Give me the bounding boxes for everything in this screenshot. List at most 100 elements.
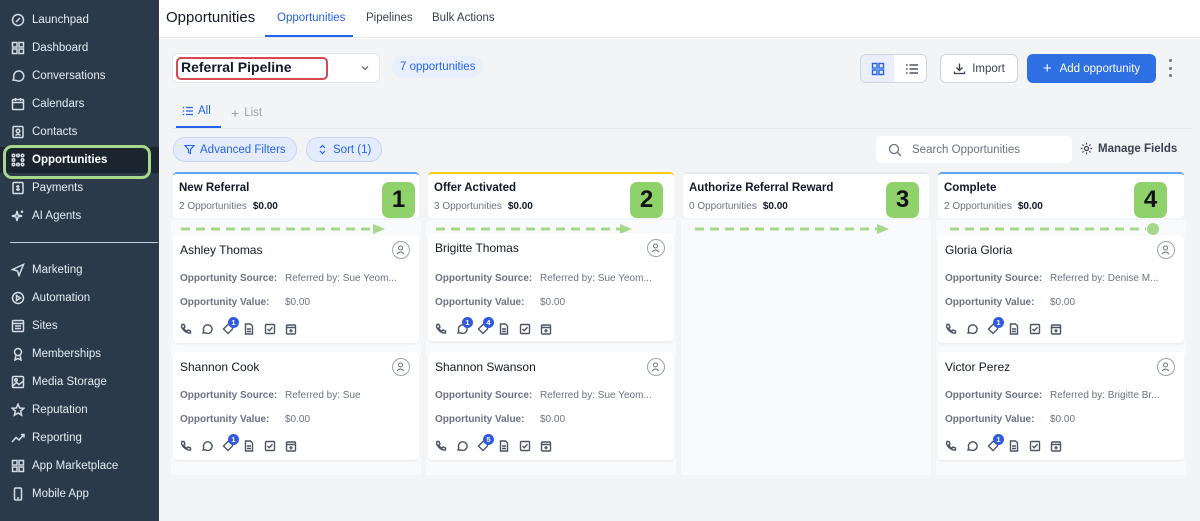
notes-icon[interactable] [498,440,511,453]
sidebar-item-conversations[interactable]: Conversations [0,63,159,89]
task-icon[interactable] [519,440,532,453]
chat-icon[interactable]: 1 [456,317,473,336]
appointment-icon[interactable] [1050,323,1063,336]
task-icon[interactable] [519,323,532,336]
assign-user-icon[interactable] [392,241,410,259]
tab-bulk-actions[interactable]: Bulk Actions [432,12,495,24]
notes-icon[interactable] [243,440,256,453]
import-button[interactable]: Import [940,54,1018,83]
top-bar: Opportunities Opportunities Pipelines Bu… [159,0,1200,38]
sidebar-item-reporting[interactable]: Reporting [0,425,159,451]
opportunity-card[interactable]: Shannon Cook Opportunity Source: Referred… [173,352,419,460]
opportunity-value-row: Opportunity Value: $0.00 [180,414,311,425]
notes-icon[interactable] [1008,323,1021,336]
list-view-button[interactable] [895,55,926,82]
assign-user-icon[interactable] [647,358,665,376]
sidebar-item-media-storage[interactable]: Media Storage [0,369,159,395]
sidebar-item-label: Reputation [32,404,88,416]
tag-icon[interactable]: 5 [477,434,494,453]
tag-icon[interactable]: 1 [222,434,239,453]
plus-icon: + [231,105,240,121]
sidebar-item-automation[interactable]: Automation [0,285,159,311]
manage-fields-button[interactable]: Manage Fields [1080,142,1177,155]
sidebar-item-label: Memberships [32,348,102,360]
notes-icon[interactable] [1008,440,1021,453]
sidebar-item-reputation[interactable]: Reputation [0,397,159,423]
sidebar-item-launchpad[interactable]: Launchpad [0,7,159,33]
opportunity-card[interactable]: Brigitte Thomas Opportunity Source: Refer… [428,233,674,341]
sidebar-item-label: Media Storage [32,376,107,388]
appointment-icon[interactable] [285,440,298,453]
phone-icon[interactable] [180,440,193,453]
opportunity-card[interactable]: Gloria Gloria Opportunity Source: Referre… [938,235,1184,343]
sidebar-item-marketing[interactable]: Marketing [0,257,159,283]
task-icon[interactable] [1029,440,1042,453]
appointment-icon[interactable] [540,323,553,336]
sites-icon [11,319,25,333]
phone-icon[interactable] [435,440,448,453]
sidebar-item-app-marketplace[interactable]: App Marketplace [0,453,159,479]
appointment-icon[interactable] [1050,440,1063,453]
phone-icon[interactable] [945,323,958,336]
chat-icon[interactable] [201,440,214,453]
chat-icon[interactable] [966,440,979,453]
sidebar-item-mobile-app[interactable]: Mobile App [0,481,159,507]
add-opportunity-button[interactable]: + Add opportunity [1027,54,1156,83]
opportunity-card[interactable]: Victor Perez Opportunity Source: Referred… [938,352,1184,460]
sidebar-item-calendars[interactable]: Calendars [0,91,159,117]
contact-name: Brigitte Thomas [435,241,519,255]
sidebar-item-dashboard[interactable]: Dashboard [0,35,159,61]
stage-title: Offer Activated [434,182,517,194]
tab-pipelines[interactable]: Pipelines [366,12,413,24]
tag-icon[interactable]: 1 [222,317,239,336]
pipeline-select[interactable]: Referral Pipeline [172,53,380,83]
more-options-icon[interactable] [1165,59,1175,77]
dashboard-icon [11,41,25,55]
opportunity-card[interactable]: Ashley Thomas Opportunity Source: Referre… [173,235,419,343]
task-icon[interactable] [264,440,277,453]
phone-icon[interactable] [945,440,958,453]
sparkle-icon [11,209,25,223]
sidebar-item-contacts[interactable]: Contacts [0,119,159,145]
appointment-icon[interactable] [540,440,553,453]
assign-user-icon[interactable] [1157,241,1175,259]
appointment-icon[interactable] [285,323,298,336]
sidebar-item-sites[interactable]: Sites [0,313,159,339]
contact-name: Gloria Gloria [945,243,1013,257]
sidebar-item-label: Contacts [32,126,78,138]
chart-icon [11,431,25,445]
contact-name: Victor Perez [945,360,1011,374]
star-icon [11,403,25,417]
tag-icon[interactable]: 4 [477,317,494,336]
chat-icon[interactable] [201,323,214,336]
sidebar-item-label: Reporting [32,432,82,444]
notes-icon[interactable] [243,323,256,336]
opportunity-card[interactable]: Shannon Swanson Opportunity Source: Refer… [428,352,674,460]
main-content: Referral Pipeline 7 opportunities Import… [159,39,1200,521]
chat-icon[interactable] [456,440,469,453]
sort-icon [319,144,326,155]
tab-opportunities[interactable]: Opportunities [277,12,345,24]
calendar-icon [11,97,25,111]
tag-icon[interactable]: 1 [987,434,1004,453]
advanced-filters-button[interactable]: Advanced Filters [173,137,297,162]
assign-user-icon[interactable] [647,239,665,257]
sidebar-item-memberships[interactable]: Memberships [0,341,159,367]
search-input[interactable] [912,143,1072,156]
assign-user-icon[interactable] [1157,358,1175,376]
phone-icon[interactable] [435,323,448,336]
sort-button[interactable]: Sort (1) [306,137,383,162]
phone-icon[interactable] [180,323,193,336]
sidebar-item-label: Dashboard [32,42,89,54]
add-list-view-tab[interactable]: + List [231,105,262,121]
notes-icon[interactable] [498,323,511,336]
grid-view-button[interactable] [861,55,894,82]
task-icon[interactable] [264,323,277,336]
task-icon[interactable] [1029,323,1042,336]
assign-user-icon[interactable] [392,358,410,376]
sidebar-item-ai-agents[interactable]: AI Agents [0,203,159,229]
contact-name: Shannon Swanson [435,360,536,374]
view-tab-all[interactable]: All [182,105,211,117]
chat-icon[interactable] [966,323,979,336]
tag-icon[interactable]: 1 [987,317,1004,336]
